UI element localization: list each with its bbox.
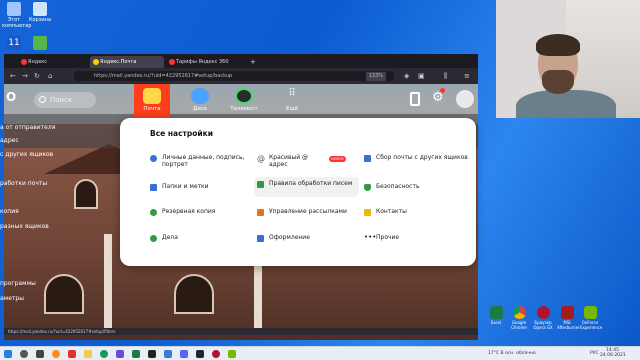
discord-taskbar-icon[interactable] xyxy=(180,350,188,358)
opera-icon xyxy=(536,306,550,319)
webcam-overlay xyxy=(496,0,640,118)
service-mail[interactable]: Почта xyxy=(134,84,170,118)
task-view-icon[interactable] xyxy=(36,350,44,358)
start-icon[interactable] xyxy=(4,350,12,358)
nvidia-taskbar-icon[interactable] xyxy=(228,350,236,358)
contacts-icon xyxy=(364,209,371,216)
yandex-logo[interactable]: O xyxy=(6,90,16,104)
sidebar-item[interactable]: с других ящиков xyxy=(0,151,53,159)
check-icon xyxy=(150,235,157,242)
forward-arrow-icon[interactable]: → xyxy=(22,72,28,80)
compact-mode-icon[interactable] xyxy=(410,92,420,106)
sidebar-item[interactable]: аметры xyxy=(0,295,24,303)
desktop-icon-excel[interactable]: Excel xyxy=(486,306,506,325)
shield-icon[interactable]: ◈ xyxy=(404,72,409,80)
chrome-taskbar-icon[interactable] xyxy=(100,350,108,358)
clock-date[interactable]: 24.08.2021 xyxy=(600,353,626,358)
collector-icon xyxy=(364,155,371,162)
search-input[interactable]: Поиск xyxy=(34,92,96,108)
filter-icon xyxy=(257,181,264,188)
opera-taskbar-icon[interactable] xyxy=(212,350,220,358)
telemost-icon xyxy=(235,88,253,104)
sidebar-item[interactable]: разных ящиков xyxy=(0,223,49,231)
telegram-taskbar-icon[interactable] xyxy=(164,350,172,358)
desktop-icon-chrome[interactable]: Google Chrome xyxy=(509,306,529,330)
computer-icon xyxy=(7,2,21,16)
yandex360-favicon-icon xyxy=(169,59,175,65)
new-badge: НОВОЕ xyxy=(329,156,346,162)
excel-taskbar-icon[interactable] xyxy=(132,350,140,358)
reload-icon[interactable]: ↻ xyxy=(34,72,40,80)
service-telemost[interactable]: Телемост xyxy=(226,84,262,118)
disk-icon xyxy=(191,88,209,104)
subscriptions-icon xyxy=(257,209,264,216)
language-indicator[interactable]: РУС xyxy=(590,351,599,356)
avatar[interactable] xyxy=(456,90,474,108)
tab-yandex[interactable]: Яндекс xyxy=(18,56,88,68)
settings-popup: Все настройки Личные данные, подпись, по… xyxy=(120,118,476,266)
app-taskbar-icon[interactable] xyxy=(116,350,124,358)
url-bar: ← → ↻ ⌂ https://mail.yandex.ru/?uid=4229… xyxy=(4,68,478,84)
desktop-icon-windows11[interactable]: 11 xyxy=(2,36,26,51)
sidebar-item[interactable]: а от отправителя xyxy=(0,124,55,132)
search-taskbar-icon[interactable] xyxy=(20,350,28,358)
person-beard xyxy=(542,70,574,94)
home-icon[interactable]: ⌂ xyxy=(48,72,52,80)
mail-favicon-icon xyxy=(93,59,99,65)
explorer-taskbar-icon[interactable] xyxy=(84,350,92,358)
sidebar-item[interactable]: адрес xyxy=(0,137,19,145)
obs-taskbar-icon[interactable] xyxy=(148,350,156,358)
desktop-icon-app[interactable] xyxy=(28,36,52,51)
service-more[interactable]: ⠿ Ещё xyxy=(274,84,310,118)
windows11-icon: 11 xyxy=(7,36,21,50)
new-tab-button[interactable]: + xyxy=(248,56,258,68)
desktop-icon-msi[interactable]: MSI Afterburner xyxy=(557,306,580,330)
app-icon xyxy=(33,36,47,50)
service-disk[interactable]: Диск xyxy=(182,84,218,118)
search-icon xyxy=(39,96,46,103)
settings-item-filters[interactable]: Правила обработки писем xyxy=(254,177,359,197)
status-url: https://mail.yandex.ru/?uid=422952617#se… xyxy=(4,328,478,335)
desktop-icon-geforce[interactable]: GeForce Experience xyxy=(580,306,602,330)
at-icon: @ xyxy=(257,154,265,163)
person-body xyxy=(516,90,616,118)
recycle-bin-icon xyxy=(33,2,47,16)
notification-dot xyxy=(440,88,445,93)
desktop-icon-recycle-bin[interactable]: Корзина xyxy=(28,2,52,23)
sidebar-item[interactable]: работки почты xyxy=(0,180,47,188)
tab-yandex-mail[interactable]: Яндекс.Почта xyxy=(90,56,164,68)
more-icon: ••• xyxy=(364,233,377,241)
extensions-icon[interactable]: ▣ xyxy=(418,72,425,80)
desktop-icon-computer[interactable]: Этот компьютер xyxy=(2,2,31,29)
zoom-level[interactable]: 133% xyxy=(365,71,386,81)
firefox-taskbar-icon[interactable] xyxy=(52,350,60,358)
weather-status[interactable]: 17°C В осн. облачно xyxy=(488,351,536,356)
tab-bar: Яндекс Яндекс.Почта Тарифы Яндекс 360 + xyxy=(4,54,478,68)
person-hair xyxy=(536,34,580,56)
info-icon xyxy=(150,155,157,162)
tab-yandex-360[interactable]: Тарифы Яндекс 360 xyxy=(166,56,246,68)
excel-icon xyxy=(489,306,503,319)
library-icon[interactable]: ⫼ xyxy=(444,72,447,80)
theme-icon xyxy=(257,235,264,242)
folder-icon xyxy=(150,184,157,191)
address-input[interactable]: https://mail.yandex.ru/?uid=422952617#se… xyxy=(74,71,394,81)
taskbar: 17°C В осн. облачно РУС 14:45 24.08.2021 xyxy=(0,346,640,360)
menu-icon[interactable]: ≡ xyxy=(464,72,470,80)
yandex-taskbar-icon[interactable] xyxy=(68,350,76,358)
backup-icon xyxy=(150,209,157,216)
steam-taskbar-icon[interactable] xyxy=(196,350,204,358)
mail-icon xyxy=(143,88,161,104)
back-arrow-icon[interactable]: ← xyxy=(10,72,16,80)
chrome-icon xyxy=(512,306,526,319)
geforce-icon xyxy=(583,306,597,319)
shield-icon xyxy=(364,184,371,191)
grid-icon: ⠿ xyxy=(288,88,296,99)
msi-icon xyxy=(560,306,574,319)
yandex-favicon-icon xyxy=(21,59,27,65)
settings-title: Все настройки xyxy=(150,129,214,138)
sidebar-item[interactable]: копия xyxy=(0,208,19,216)
desktop-icon-opera[interactable]: Браузер Opera GX xyxy=(533,306,553,330)
sidebar-item[interactable]: программы xyxy=(0,280,36,288)
